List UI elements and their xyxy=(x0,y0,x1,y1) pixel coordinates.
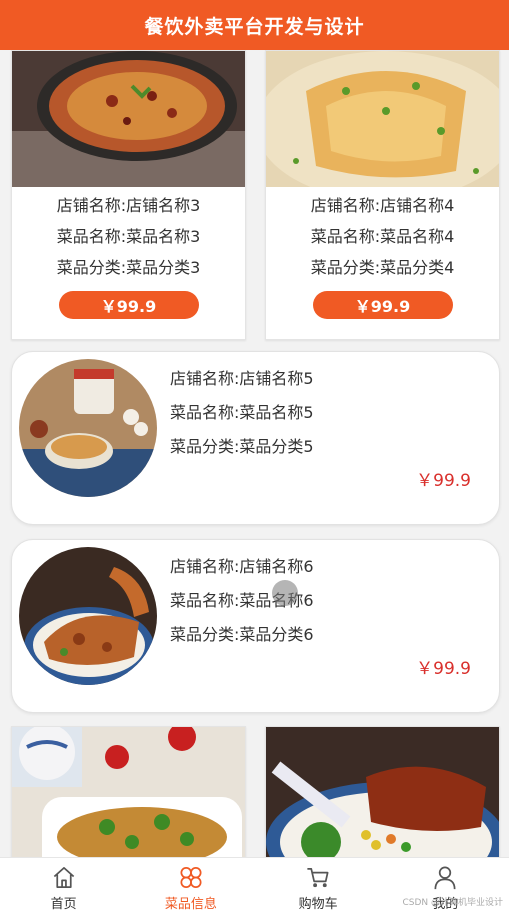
dish-card[interactable] xyxy=(11,726,246,858)
shop-name: 店铺名称:店铺名称4 xyxy=(310,196,455,215)
dish-info: 店铺名称:店铺名称5 菜品名称:菜品名称5 菜品分类:菜品分类5 xyxy=(170,362,314,464)
dish-category: 菜品分类:菜品分类5 xyxy=(170,437,314,456)
cart-icon xyxy=(307,867,329,888)
app-header: 餐饮外卖平台开发与设计 xyxy=(0,0,509,50)
dish-photo xyxy=(12,727,245,858)
touch-cursor xyxy=(272,580,298,606)
dish-feed[interactable]: 店铺名称:店铺名称3 菜品名称:菜品名称3 菜品分类:菜品分类3 ￥99.9 店… xyxy=(0,50,509,858)
tab-cart[interactable]: 购物车 xyxy=(255,858,382,912)
clover-icon xyxy=(180,866,202,889)
dish-list-item[interactable]: 店铺名称:店铺名称6 菜品名称:菜品名称6 菜品分类:菜品分类6 ￥99.9 xyxy=(11,539,500,713)
shop-name: 店铺名称:店铺名称3 xyxy=(56,196,201,215)
shop-name: 店铺名称:店铺名称6 xyxy=(170,557,314,576)
price-label: ￥99.9 xyxy=(416,659,471,679)
shop-name: 店铺名称:店铺名称5 xyxy=(170,369,314,388)
dish-photo xyxy=(266,727,499,858)
user-icon xyxy=(434,866,456,890)
dish-name: 菜品名称:菜品名称3 xyxy=(56,227,201,246)
dish-name: 菜品名称:菜品名称4 xyxy=(310,227,455,246)
price-button[interactable]: ￥99.9 xyxy=(58,291,199,319)
dish-card[interactable] xyxy=(265,726,500,858)
dish-info: 店铺名称:店铺名称3 菜品名称:菜品名称3 菜品分类:菜品分类3 xyxy=(12,190,245,283)
dish-category: 菜品分类:菜品分类6 xyxy=(170,625,314,644)
dish-list-item[interactable]: 店铺名称:店铺名称5 菜品名称:菜品名称5 菜品分类:菜品分类5 ￥99.9 xyxy=(11,351,500,525)
dish-photo xyxy=(19,547,157,685)
tab-label: 购物车 xyxy=(298,897,338,912)
dish-photo xyxy=(19,359,157,497)
dish-photo xyxy=(12,51,245,187)
tab-dish-info[interactable]: 菜品信息 xyxy=(127,858,254,912)
home-icon xyxy=(53,866,74,889)
tab-home[interactable]: 首页 xyxy=(0,858,127,912)
dish-card[interactable]: 店铺名称:店铺名称4 菜品名称:菜品名称4 菜品分类:菜品分类4 ￥99.9 xyxy=(265,50,500,340)
tab-label: 首页 xyxy=(50,897,77,912)
page-title: 餐饮外卖平台开发与设计 xyxy=(144,15,365,38)
watermark: CSDN @计算机毕业设计 xyxy=(402,898,503,908)
price-button[interactable]: ￥99.9 xyxy=(312,291,453,319)
dish-category: 菜品分类:菜品分类3 xyxy=(56,258,201,277)
dish-card[interactable]: 店铺名称:店铺名称3 菜品名称:菜品名称3 菜品分类:菜品分类3 ￥99.9 xyxy=(11,50,246,340)
dish-info: 店铺名称:店铺名称4 菜品名称:菜品名称4 菜品分类:菜品分类4 xyxy=(266,190,499,283)
dish-name: 菜品名称:菜品名称5 xyxy=(170,403,314,422)
dish-photo xyxy=(266,51,499,187)
tab-label: 菜品信息 xyxy=(164,897,217,912)
price-label: ￥99.9 xyxy=(416,471,471,491)
dish-category: 菜品分类:菜品分类4 xyxy=(310,258,455,277)
